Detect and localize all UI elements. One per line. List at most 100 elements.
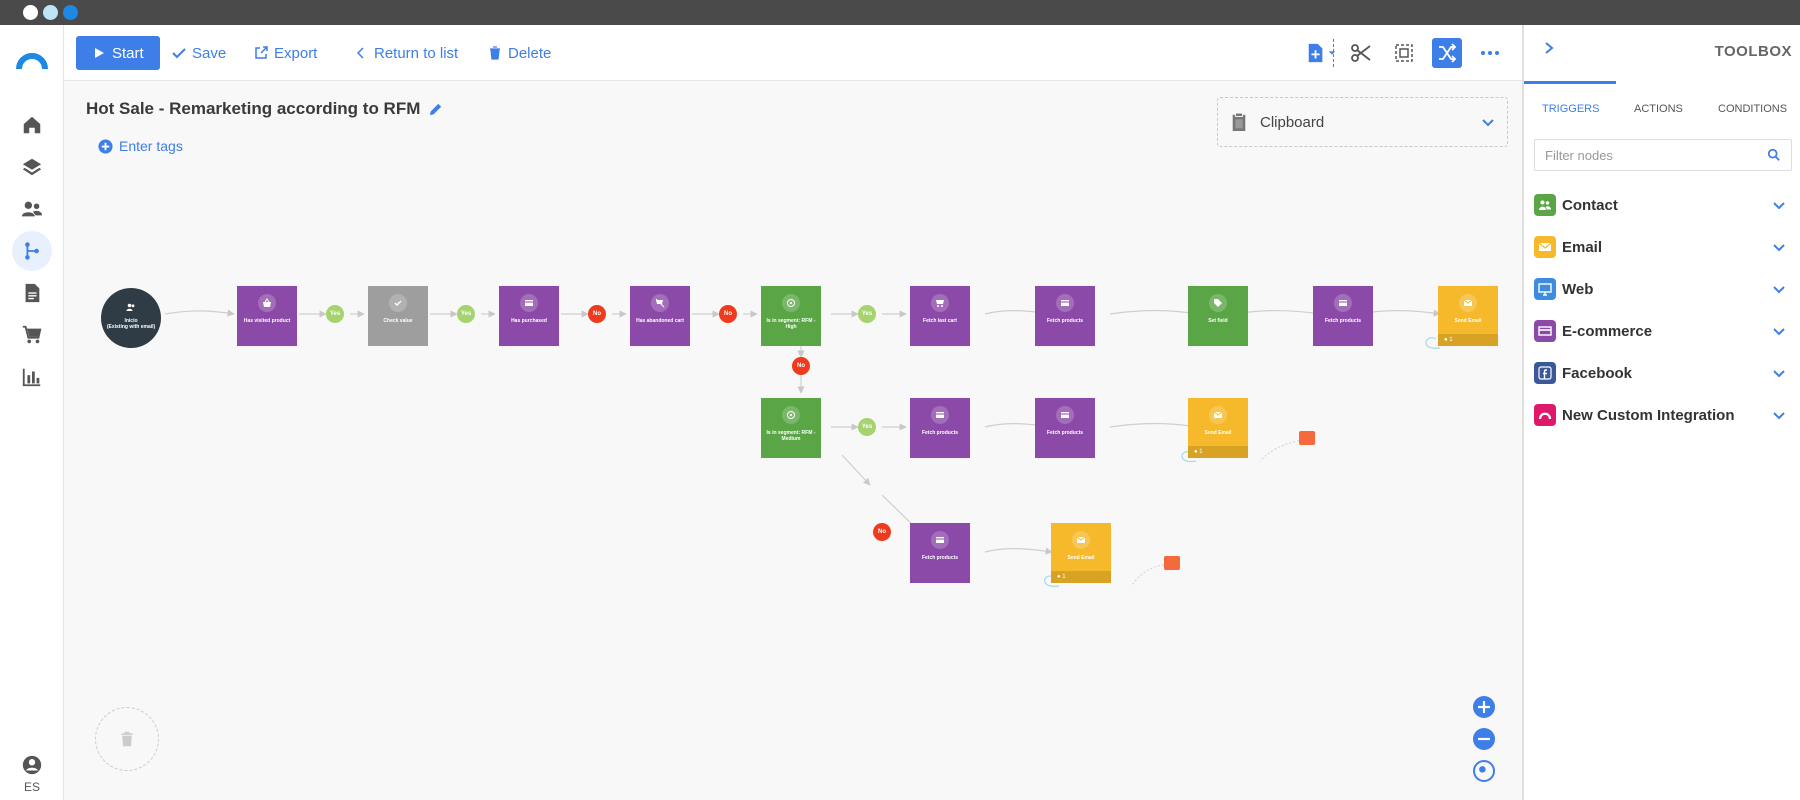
add-file-icon — [1308, 43, 1323, 63]
chevron-down-icon — [1773, 202, 1785, 210]
flow-toolbar: Start Save Export Return to list Delete — [64, 25, 1522, 81]
filter-nodes-input[interactable] — [1545, 147, 1755, 163]
tab-triggers[interactable]: TRIGGERS — [1542, 103, 1599, 115]
sticky-note-icon[interactable] — [1299, 431, 1315, 445]
is-in-segment-medium-node[interactable]: Is in segment: RFM - Medium — [761, 398, 821, 458]
send-email-node[interactable]: Send Email ● 1 — [1188, 398, 1248, 458]
language-label[interactable]: ES — [0, 780, 64, 794]
has-abandoned-cart-node[interactable]: Has abandoned cart — [630, 286, 690, 346]
node-label: Send Email — [1454, 318, 1482, 324]
sticky-note-icon[interactable] — [1164, 556, 1180, 570]
yes-branch-badge: Yes — [326, 305, 344, 323]
email-icon — [1072, 531, 1090, 549]
has-visited-product-node[interactable]: Has visited product — [237, 286, 297, 346]
cart-icon[interactable] — [12, 315, 52, 355]
chevron-down-icon — [1773, 244, 1785, 252]
export-icon — [255, 46, 268, 59]
node-footer: ● 1 — [1438, 334, 1498, 346]
connector — [984, 547, 1053, 555]
delete-button[interactable]: Delete — [488, 36, 551, 70]
start-node[interactable]: Inicio (Existing with email) — [101, 288, 161, 348]
analytics-icon[interactable] — [12, 357, 52, 397]
monitor-icon — [1534, 278, 1556, 300]
caret-down-icon — [1328, 51, 1336, 55]
delete-button-label: Delete — [508, 44, 552, 62]
tag-icon — [1209, 294, 1227, 312]
more-options-icon[interactable] — [1475, 38, 1505, 68]
set-field-node[interactable]: Set field — [1188, 286, 1248, 346]
filter-nodes-field[interactable] — [1534, 139, 1792, 171]
contacts-icon[interactable] — [12, 189, 52, 229]
automation-flow-icon[interactable] — [12, 231, 52, 271]
connector — [164, 309, 235, 317]
add-node-dropdown[interactable] — [1301, 38, 1341, 68]
start-button[interactable]: Start — [76, 36, 160, 70]
category-label: Web — [1562, 280, 1594, 298]
tab-conditions[interactable]: CONDITIONS — [1718, 103, 1787, 115]
contacts-icon — [122, 298, 140, 316]
credit-card-icon — [1056, 294, 1074, 312]
app-logo[interactable] — [16, 45, 48, 77]
toolbox-panel: TOOLBOX TRIGGERS ACTIONS CONDITIONS Cont… — [1522, 25, 1800, 800]
window-maximize-dot[interactable] — [63, 5, 78, 20]
flow-canvas[interactable]: Hot Sale - Remarketing according to RFM … — [64, 81, 1522, 800]
connector — [1109, 309, 1197, 317]
cart-icon — [931, 294, 949, 312]
no-branch-badge: No — [719, 305, 737, 323]
category-web[interactable]: Web — [1534, 269, 1792, 309]
window-minimize-dot[interactable] — [43, 5, 58, 20]
user-count: 1 — [1199, 449, 1203, 455]
zoom-in-icon[interactable] — [1473, 696, 1495, 718]
export-button[interactable]: Export — [254, 36, 317, 70]
fetch-products-node[interactable]: Fetch products — [910, 398, 970, 458]
category-facebook[interactable]: Facebook — [1534, 353, 1792, 393]
toolbar-separator — [1333, 39, 1334, 67]
no-branch-badge: No — [792, 357, 810, 375]
layers-icon[interactable] — [12, 147, 52, 187]
category-label: E-commerce — [1562, 322, 1653, 340]
user-account-icon[interactable] — [12, 750, 52, 780]
send-email-node[interactable]: Send Email ● 1 — [1438, 286, 1498, 346]
check-value-node[interactable]: Check value — [368, 286, 428, 346]
home-icon[interactable] — [12, 105, 52, 145]
app-sidebar: ES — [0, 25, 64, 800]
fetch-products-node[interactable]: Fetch products — [1035, 398, 1095, 458]
save-button[interactable]: Save — [172, 36, 226, 70]
trash-icon — [490, 46, 500, 60]
credit-card-icon — [931, 406, 949, 424]
no-branch-badge: No — [588, 305, 606, 323]
trash-drop-zone[interactable] — [95, 707, 159, 771]
center-view-icon[interactable] — [1473, 760, 1495, 782]
document-icon[interactable] — [12, 273, 52, 313]
send-email-node[interactable]: Send Email ● 1 — [1051, 523, 1111, 583]
node-label: Fetch products — [1324, 318, 1362, 324]
collapse-toolbox-button[interactable] — [1542, 41, 1556, 60]
node-label: Fetch products — [921, 555, 959, 561]
category-email[interactable]: Email — [1534, 227, 1792, 267]
category-label: Email — [1562, 238, 1603, 256]
tab-actions[interactable]: ACTIONS — [1634, 103, 1683, 115]
is-in-segment-high-node[interactable]: Is in segment: RFM - High — [761, 286, 821, 346]
category-e-commerce[interactable]: E-commerce — [1534, 311, 1792, 351]
return-to-list-button[interactable]: Return to list — [354, 36, 458, 70]
credit-card-icon — [931, 531, 949, 549]
category-contact[interactable]: Contact — [1534, 185, 1792, 225]
chevron-down-icon — [1773, 412, 1785, 420]
auto-layout-icon[interactable] — [1432, 38, 1462, 68]
has-purchased-node[interactable]: Has purchased — [499, 286, 559, 346]
toolbox-title: TOOLBOX — [1714, 43, 1792, 60]
fetch-last-cart-node[interactable]: Fetch last cart — [910, 286, 970, 346]
zoom-out-icon[interactable] — [1473, 728, 1495, 750]
select-area-icon[interactable] — [1389, 38, 1419, 68]
chevron-down-icon — [1773, 328, 1785, 336]
cart-off-icon — [651, 294, 669, 312]
category-new-custom-integration[interactable]: New Custom Integration — [1534, 395, 1792, 435]
fetch-products-node[interactable]: Fetch products — [910, 523, 970, 583]
node-label: Fetch last cart — [923, 318, 957, 324]
email-icon — [1209, 406, 1227, 424]
scissors-icon[interactable] — [1346, 38, 1376, 68]
fetch-products-node[interactable]: Fetch products — [1035, 286, 1095, 346]
window-close-dot[interactable] — [23, 5, 38, 20]
facebook-icon — [1534, 362, 1556, 384]
fetch-products-node[interactable]: Fetch products — [1313, 286, 1373, 346]
